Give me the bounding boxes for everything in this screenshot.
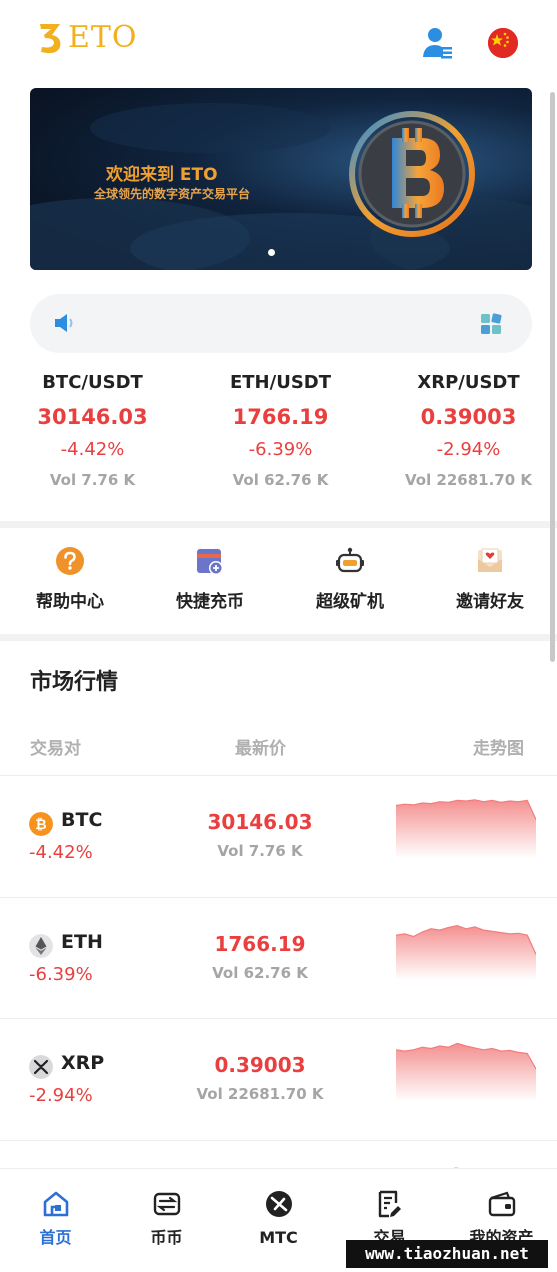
tab-trade[interactable]: 交易 — [334, 1169, 445, 1249]
wallet-icon — [488, 1191, 515, 1217]
robot-miner-icon — [336, 547, 364, 573]
market-row-xrp[interactable]: XRP -2.94% 0.39003 Vol 22681.70 K — [0, 1018, 557, 1139]
coin-change: -2.94% — [29, 1085, 93, 1106]
ticker-price: 30146.03 — [37, 405, 148, 429]
quick-invite-friends[interactable]: 邀请好友 — [420, 540, 557, 614]
logo-mark-icon — [40, 23, 61, 53]
eto-logo[interactable]: ETO — [38, 20, 138, 55]
carousel-dot[interactable] — [268, 249, 275, 256]
ticker-xrp[interactable]: XRP/USDT 0.39003 -2.94% Vol 22681.70 K — [376, 370, 557, 490]
row-price: 0.39003 — [214, 1053, 306, 1077]
language-switch-button[interactable] — [488, 28, 518, 58]
ticker-change: -6.39% — [248, 439, 313, 460]
market-section-title: 市场行情 — [30, 670, 119, 695]
watermark: www.tiaozhuan.net — [346, 1240, 548, 1268]
column-header-pair: 交易对 — [30, 739, 81, 759]
coin-change: -4.42% — [29, 842, 93, 863]
ticker-strip: BTC/USDT 30146.03 -4.42% Vol 7.76 K ETH/… — [0, 370, 557, 520]
ticker-pair: BTC/USDT — [42, 372, 143, 393]
grid-icon[interactable] — [480, 313, 502, 335]
user-list-icon — [423, 28, 452, 59]
deposit-card-icon — [197, 549, 223, 575]
ticker-pair: ETH/USDT — [229, 372, 331, 393]
column-header-price: 最新价 — [235, 739, 286, 759]
coin-symbol: XRP — [61, 1052, 105, 1074]
tab-mtc[interactable]: MTC — [223, 1169, 334, 1249]
ticker-change: -4.42% — [60, 439, 125, 460]
svg-text:₿: ₿ — [35, 817, 46, 833]
app-header: ETO — [0, 0, 557, 84]
help-icon — [56, 547, 84, 575]
quick-actions: 帮助中心 快捷充币 超级矿机 邀请好友 — [0, 540, 557, 634]
logo-text: ETO — [68, 20, 138, 55]
tab-my-assets[interactable]: 我的资产 — [446, 1169, 557, 1249]
btc-icon: ₿ — [29, 812, 53, 836]
row-price: 30146.03 — [207, 810, 313, 834]
ticker-pair: XRP/USDT — [417, 372, 520, 393]
china-flag-icon — [488, 28, 518, 58]
quick-help-center[interactable]: 帮助中心 — [0, 540, 140, 614]
ticker-change: -2.94% — [436, 439, 501, 460]
banner-subtitle: 全球领先的数字资产交易平台 — [94, 187, 251, 201]
ticker-eth[interactable]: ETH/USDT 1766.19 -6.39% Vol 62.76 K — [188, 370, 373, 490]
banner-title: 欢迎来到 ETO — [106, 165, 218, 185]
tab-label: 首页 — [39, 1228, 72, 1247]
ticker-price: 0.39003 — [420, 405, 517, 429]
ticker-price: 1766.19 — [232, 405, 329, 429]
ticker-btc[interactable]: BTC/USDT 30146.03 -4.42% Vol 7.76 K — [0, 370, 185, 490]
exchange-icon — [153, 1192, 180, 1216]
home-icon — [43, 1191, 68, 1217]
row-volume: Vol 62.76 K — [212, 964, 308, 982]
coin-change: -6.39% — [29, 964, 93, 985]
trend-sparkline — [396, 1042, 536, 1101]
tab-home[interactable]: 首页 — [0, 1169, 111, 1249]
tab-label: MTC — [259, 1228, 298, 1247]
quick-super-miner[interactable]: 超级矿机 — [280, 540, 420, 614]
column-header-trend: 走势图 — [473, 739, 524, 759]
row-volume: Vol 22681.70 K — [196, 1085, 324, 1103]
ticker-volume: Vol 62.76 K — [232, 471, 329, 489]
trade-document-icon — [378, 1190, 401, 1218]
promo-banner[interactable]: 欢迎来到 ETO 全球领先的数字资产交易平台 — [30, 88, 532, 270]
tab-spot[interactable]: 币币 — [111, 1169, 222, 1249]
scrollbar[interactable] — [550, 92, 555, 662]
quick-action-label: 邀请好友 — [456, 592, 524, 612]
ticker-volume: Vol 7.76 K — [49, 471, 136, 489]
bitcoin-coin-icon — [349, 111, 475, 237]
notice-bar[interactable] — [30, 294, 532, 353]
eth-icon — [29, 934, 53, 958]
trend-sparkline — [396, 799, 536, 858]
quick-action-label: 快捷充币 — [176, 592, 244, 612]
section-divider — [0, 521, 557, 528]
row-price: 1766.19 — [214, 932, 306, 956]
sparkline-area — [396, 799, 536, 858]
coin-symbol: BTC — [61, 809, 103, 831]
ticker-volume: Vol 22681.70 K — [404, 471, 533, 489]
row-volume: Vol 7.76 K — [217, 842, 303, 860]
mtc-coin-icon — [265, 1191, 292, 1217]
user-list-button[interactable] — [422, 26, 454, 60]
coin-symbol: ETH — [61, 931, 103, 953]
speaker-icon — [55, 314, 73, 332]
market-row-eth[interactable]: ETH -6.39% 1766.19 Vol 62.76 K — [0, 897, 557, 1018]
tab-label: 币币 — [150, 1228, 183, 1247]
xrp-icon — [29, 1055, 53, 1079]
quick-action-label: 帮助中心 — [36, 592, 104, 612]
trend-sparkline — [396, 924, 536, 980]
quick-action-label: 超级矿机 — [316, 592, 384, 612]
invite-envelope-icon — [478, 548, 502, 572]
market-row-btc[interactable]: ₿ BTC -4.42% 30146.03 Vol 7.76 K — [0, 775, 557, 896]
quick-deposit[interactable]: 快捷充币 — [140, 540, 280, 614]
section-divider — [0, 634, 557, 641]
